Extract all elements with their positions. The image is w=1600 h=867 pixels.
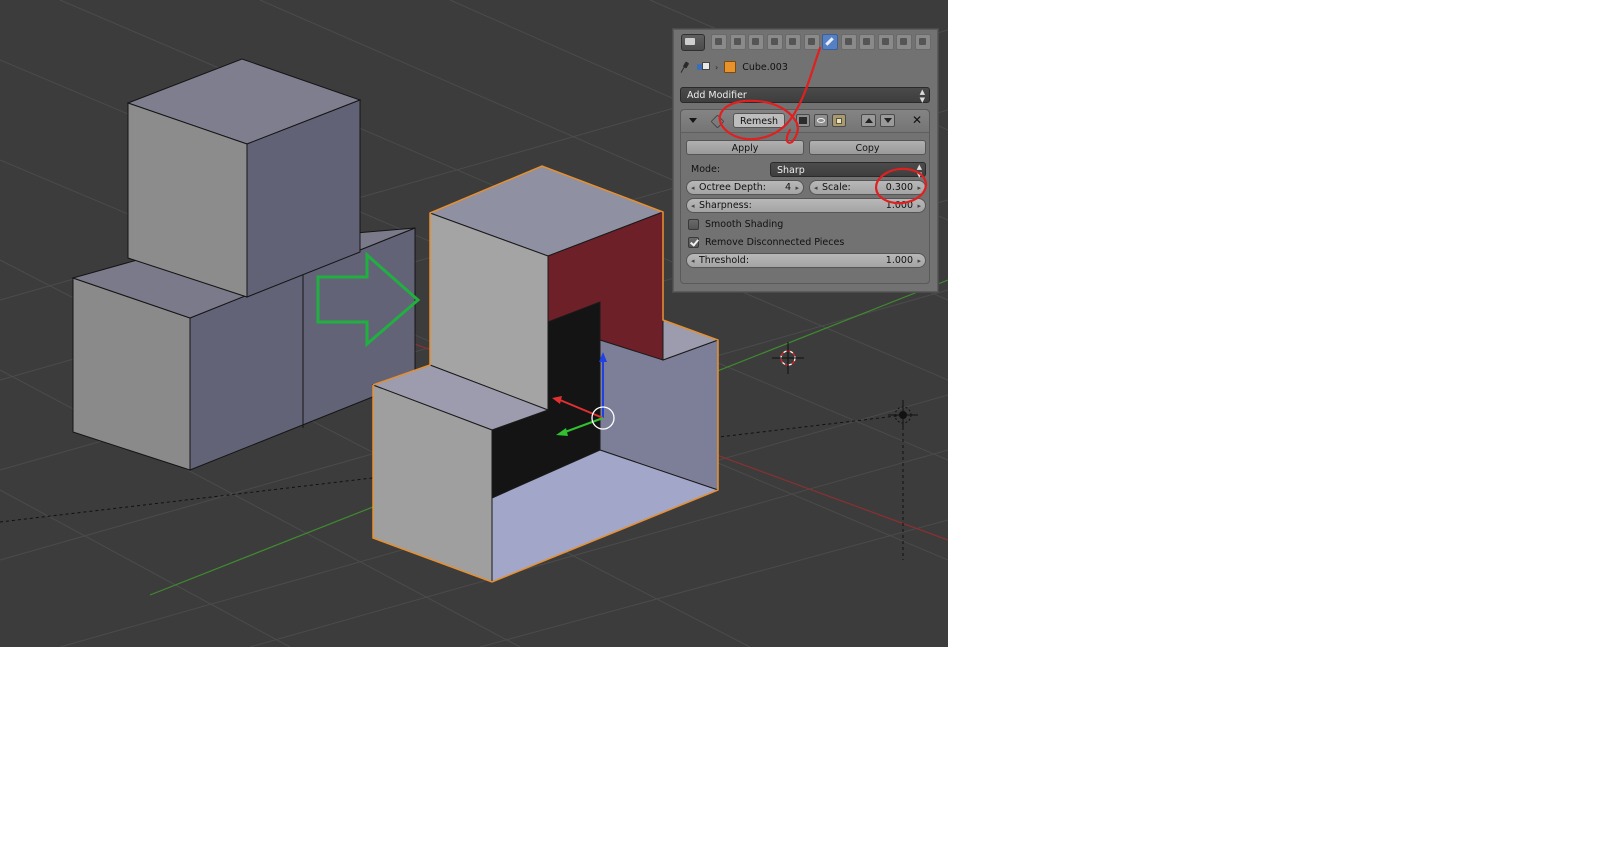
remove-disconnected-checkbox[interactable] [688, 236, 699, 248]
move-up-icon[interactable] [861, 114, 876, 127]
scale-value: 0.300 [885, 182, 913, 193]
pin-icon[interactable] [681, 62, 691, 72]
octree-depth-field[interactable]: ◂ Octree Depth: 4 ▸ [686, 180, 804, 195]
decrement-arrow-icon[interactable]: ◂ [691, 199, 695, 213]
increment-arrow-icon[interactable]: ▸ [917, 254, 921, 268]
world-tab-icon[interactable] [766, 34, 783, 50]
remesh-modifier-icon [710, 114, 725, 129]
decrement-arrow-icon[interactable]: ◂ [691, 181, 695, 195]
decrement-arrow-icon[interactable]: ◂ [691, 254, 695, 268]
remesh-modifier-panel: Remesh ✕ Apply Copy Mode: Sharp ▲ ▼ ◂ Oct… [680, 109, 930, 284]
smooth-shading-checkbox[interactable] [688, 218, 699, 230]
threshold-label: Threshold: [699, 255, 750, 266]
sharpness-label: Sharpness: [699, 200, 752, 211]
mode-label: Mode: [691, 164, 721, 175]
particles-tab-icon[interactable] [896, 34, 912, 50]
threshold-value: 1.000 [885, 255, 913, 266]
data-tab-icon[interactable] [840, 34, 857, 50]
collapse-icon[interactable] [689, 118, 697, 123]
breadcrumb: › Cube.003 [681, 59, 788, 75]
properties-header [681, 33, 933, 51]
smooth-shading-row[interactable]: Smooth Shading [688, 217, 783, 231]
remeshed-object [371, 165, 720, 583]
editmode-toggle-icon[interactable] [832, 114, 846, 127]
render-tab-icon[interactable] [711, 34, 727, 50]
scale-field[interactable]: ◂ Scale: 0.300 ▸ [809, 180, 926, 195]
octree-depth-value: 4 [784, 182, 791, 193]
mode-value: Sharp [777, 165, 805, 176]
editor-type-icon[interactable] [681, 33, 705, 51]
move-down-icon[interactable] [880, 114, 895, 127]
smooth-shading-label: Smooth Shading [705, 218, 784, 230]
properties-panel: › Cube.003 Add Modifier ▲ ▼ Remesh ✕ Appl… [672, 28, 939, 293]
remove-disconnected-row[interactable]: Remove Disconnected Pieces [688, 235, 844, 249]
sharpness-field[interactable]: ◂ Sharpness: 1.000 ▸ [686, 198, 926, 213]
viewport-toggle-icon[interactable] [814, 114, 828, 127]
object-name: Cube.003 [742, 61, 788, 73]
render-toggle-icon[interactable] [796, 114, 810, 127]
stacked-cubes [71, 58, 416, 471]
material-tab-icon[interactable] [859, 34, 875, 50]
dropdown-spinner-icon: ▲ ▼ [919, 88, 925, 104]
octree-depth-label: Octree Depth: [699, 182, 766, 193]
mode-dropdown[interactable]: Sharp ▲ ▼ [770, 162, 926, 179]
apply-button[interactable]: Apply [686, 140, 804, 155]
scene-icon [697, 61, 710, 73]
3d-viewport[interactable]: › Cube.003 Add Modifier ▲ ▼ Remesh ✕ Appl… [0, 0, 948, 647]
threshold-field[interactable]: ◂ Threshold: 1.000 ▸ [686, 253, 926, 268]
modifier-header: Remesh ✕ [681, 110, 929, 133]
increment-arrow-icon[interactable]: ▸ [917, 181, 921, 195]
sharpness-value: 1.000 [885, 200, 913, 211]
physics-tab-icon[interactable] [914, 34, 931, 50]
decrement-arrow-icon[interactable]: ◂ [814, 181, 818, 195]
modifiers-tab-icon[interactable] [822, 34, 838, 50]
close-icon[interactable]: ✕ [911, 114, 923, 126]
modifier-name-field[interactable]: Remesh [733, 113, 785, 128]
3d-cursor-icon [772, 342, 804, 374]
cube-icon [724, 61, 737, 73]
add-modifier-dropdown[interactable]: Add Modifier ▲ ▼ [680, 87, 930, 104]
copy-button[interactable]: Copy [809, 140, 926, 155]
dropdown-spinner-icon: ▲ ▼ [916, 163, 922, 179]
increment-arrow-icon[interactable]: ▸ [917, 199, 921, 213]
texture-tab-icon[interactable] [877, 34, 894, 50]
render-layers-tab-icon[interactable] [729, 34, 746, 50]
increment-arrow-icon[interactable]: ▸ [795, 181, 799, 195]
scene-tab-icon[interactable] [748, 34, 764, 50]
breadcrumb-separator: › [715, 62, 719, 72]
scale-label: Scale: [822, 182, 851, 193]
remove-disconnected-label: Remove Disconnected Pieces [705, 236, 845, 248]
constraints-tab-icon[interactable] [803, 34, 820, 50]
context-tabs [711, 34, 933, 50]
add-modifier-label: Add Modifier [687, 90, 747, 101]
object-tab-icon[interactable] [785, 34, 801, 50]
